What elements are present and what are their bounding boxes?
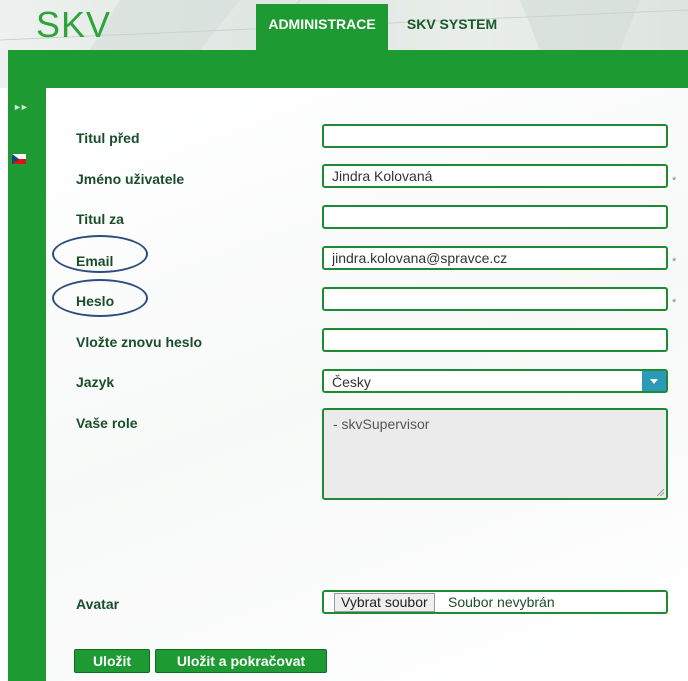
resize-handle-icon[interactable] — [657, 489, 664, 496]
tab-administrace[interactable]: ADMINISTRACE — [256, 4, 388, 50]
ulozit-a-pokracovat-button[interactable]: Uložit a pokračovat — [155, 649, 327, 673]
label-titul-za: Titul za — [76, 211, 124, 227]
czech-flag-icon[interactable] — [12, 154, 26, 164]
header-green-band — [8, 50, 688, 88]
app-header: SKV ADMINISTRACE SKV SYSTEM — [0, 0, 688, 88]
vybrat-soubor-button[interactable]: Vybrat soubor — [334, 593, 435, 612]
titul-za-input[interactable] — [322, 205, 668, 229]
label-vlozte-znovu-heslo: Vložte znovu heslo — [76, 334, 203, 350]
required-mark: * — [672, 175, 677, 187]
label-avatar: Avatar — [76, 596, 120, 612]
required-mark: * — [672, 256, 677, 268]
label-heslo: Heslo — [76, 293, 115, 309]
heslo-input[interactable] — [322, 287, 668, 311]
ulozit-button[interactable]: Uložit — [74, 649, 150, 673]
jazyk-select[interactable]: Česky — [322, 369, 668, 393]
label-jazyk: Jazyk — [76, 374, 115, 390]
vase-role-value: - skvSupervisor — [333, 416, 430, 432]
jazyk-selected-value: Česky — [332, 374, 371, 390]
label-vase-role: Vaše role — [76, 415, 138, 431]
email-input[interactable] — [322, 246, 668, 270]
tab-skv-system[interactable]: SKV SYSTEM — [392, 4, 512, 50]
label-email: Email — [76, 253, 114, 269]
file-status-text: Soubor nevybrán — [448, 594, 555, 610]
jmeno-uzivatele-input[interactable] — [322, 164, 668, 188]
avatar-file-input[interactable]: Vybrat soubor Soubor nevybrán — [322, 590, 668, 614]
label-jmeno-uzivatele: Jméno uživatele — [76, 171, 185, 187]
skv-logo: SKV — [36, 4, 112, 45]
left-sidebar: ►► — [8, 88, 46, 681]
vlozte-znovu-heslo-input[interactable] — [322, 328, 668, 352]
vase-role-textarea[interactable]: - skvSupervisor — [322, 408, 668, 500]
titul-pred-input[interactable] — [322, 124, 668, 148]
double-chevron-right-icon[interactable]: ►► — [13, 102, 29, 112]
chevron-down-icon[interactable] — [642, 371, 666, 391]
required-mark: * — [672, 297, 677, 309]
label-titul-pred: Titul před — [76, 130, 140, 146]
